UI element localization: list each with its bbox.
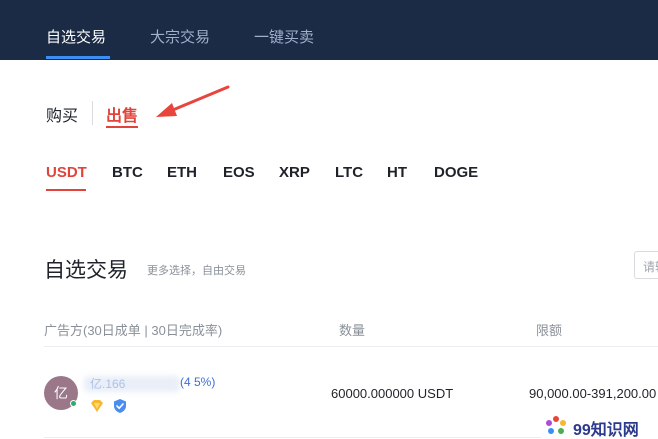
watermark: 99知识网: [541, 413, 658, 439]
active-tab-indicator: [46, 56, 110, 59]
annotation-arrow-icon: [156, 85, 230, 117]
coin-tab-usdt[interactable]: USDT: [46, 164, 87, 181]
coin-tab-eos[interactable]: EOS: [223, 164, 255, 181]
coin-tab-doge[interactable]: DOGE: [434, 164, 478, 181]
verified-shield-icon: [114, 399, 126, 413]
header-divider: [44, 346, 658, 347]
coin-selector: USDT BTC ETH EOS XRP LTC HT DOGE: [0, 164, 658, 188]
flower-logo-icon: [546, 416, 566, 434]
coin-tab-ht[interactable]: HT: [387, 164, 407, 181]
coin-tab-eth[interactable]: ETH: [167, 164, 197, 181]
advertiser-name[interactable]: 亿.166: [90, 375, 125, 392]
coin-tab-indicator: [46, 189, 86, 191]
tab-optional-trade[interactable]: 自选交易: [46, 26, 106, 47]
coin-tab-ltc[interactable]: LTC: [335, 164, 363, 181]
diamond-merchant-icon: [91, 400, 103, 412]
search-input[interactable]: 请输: [634, 251, 658, 279]
sell-tab-indicator: [106, 126, 138, 128]
buy-tab[interactable]: 购买: [46, 102, 78, 126]
quantity-cell: 60000.000000 USDT: [331, 386, 454, 401]
tab-block-trade[interactable]: 大宗交易: [150, 26, 210, 47]
trade-side-divider: [92, 101, 93, 125]
limit-cell: 90,000.00-391,200.00: [529, 386, 657, 401]
advertiser-stats: (4 5%): [180, 375, 216, 389]
coin-tab-btc[interactable]: BTC: [112, 164, 143, 181]
top-navigation: 自选交易 大宗交易 一键买卖: [0, 0, 658, 60]
column-header-limit: 限额: [536, 323, 563, 338]
watermark-text: 99知识网: [573, 422, 639, 439]
online-status-dot: [70, 400, 77, 407]
tab-one-click-trade[interactable]: 一键买卖: [254, 26, 314, 47]
coin-tab-xrp[interactable]: XRP: [279, 164, 310, 181]
section-subtitle: 更多选择，自由交易: [147, 265, 246, 277]
search-placeholder: 请输: [643, 260, 658, 274]
sell-tab[interactable]: 出售: [106, 102, 138, 126]
column-header-quantity: 数量: [339, 323, 366, 338]
section-title: 自选交易: [44, 259, 128, 282]
column-header-advertiser: 广告方(30日成单 | 30日完成率): [44, 323, 223, 338]
